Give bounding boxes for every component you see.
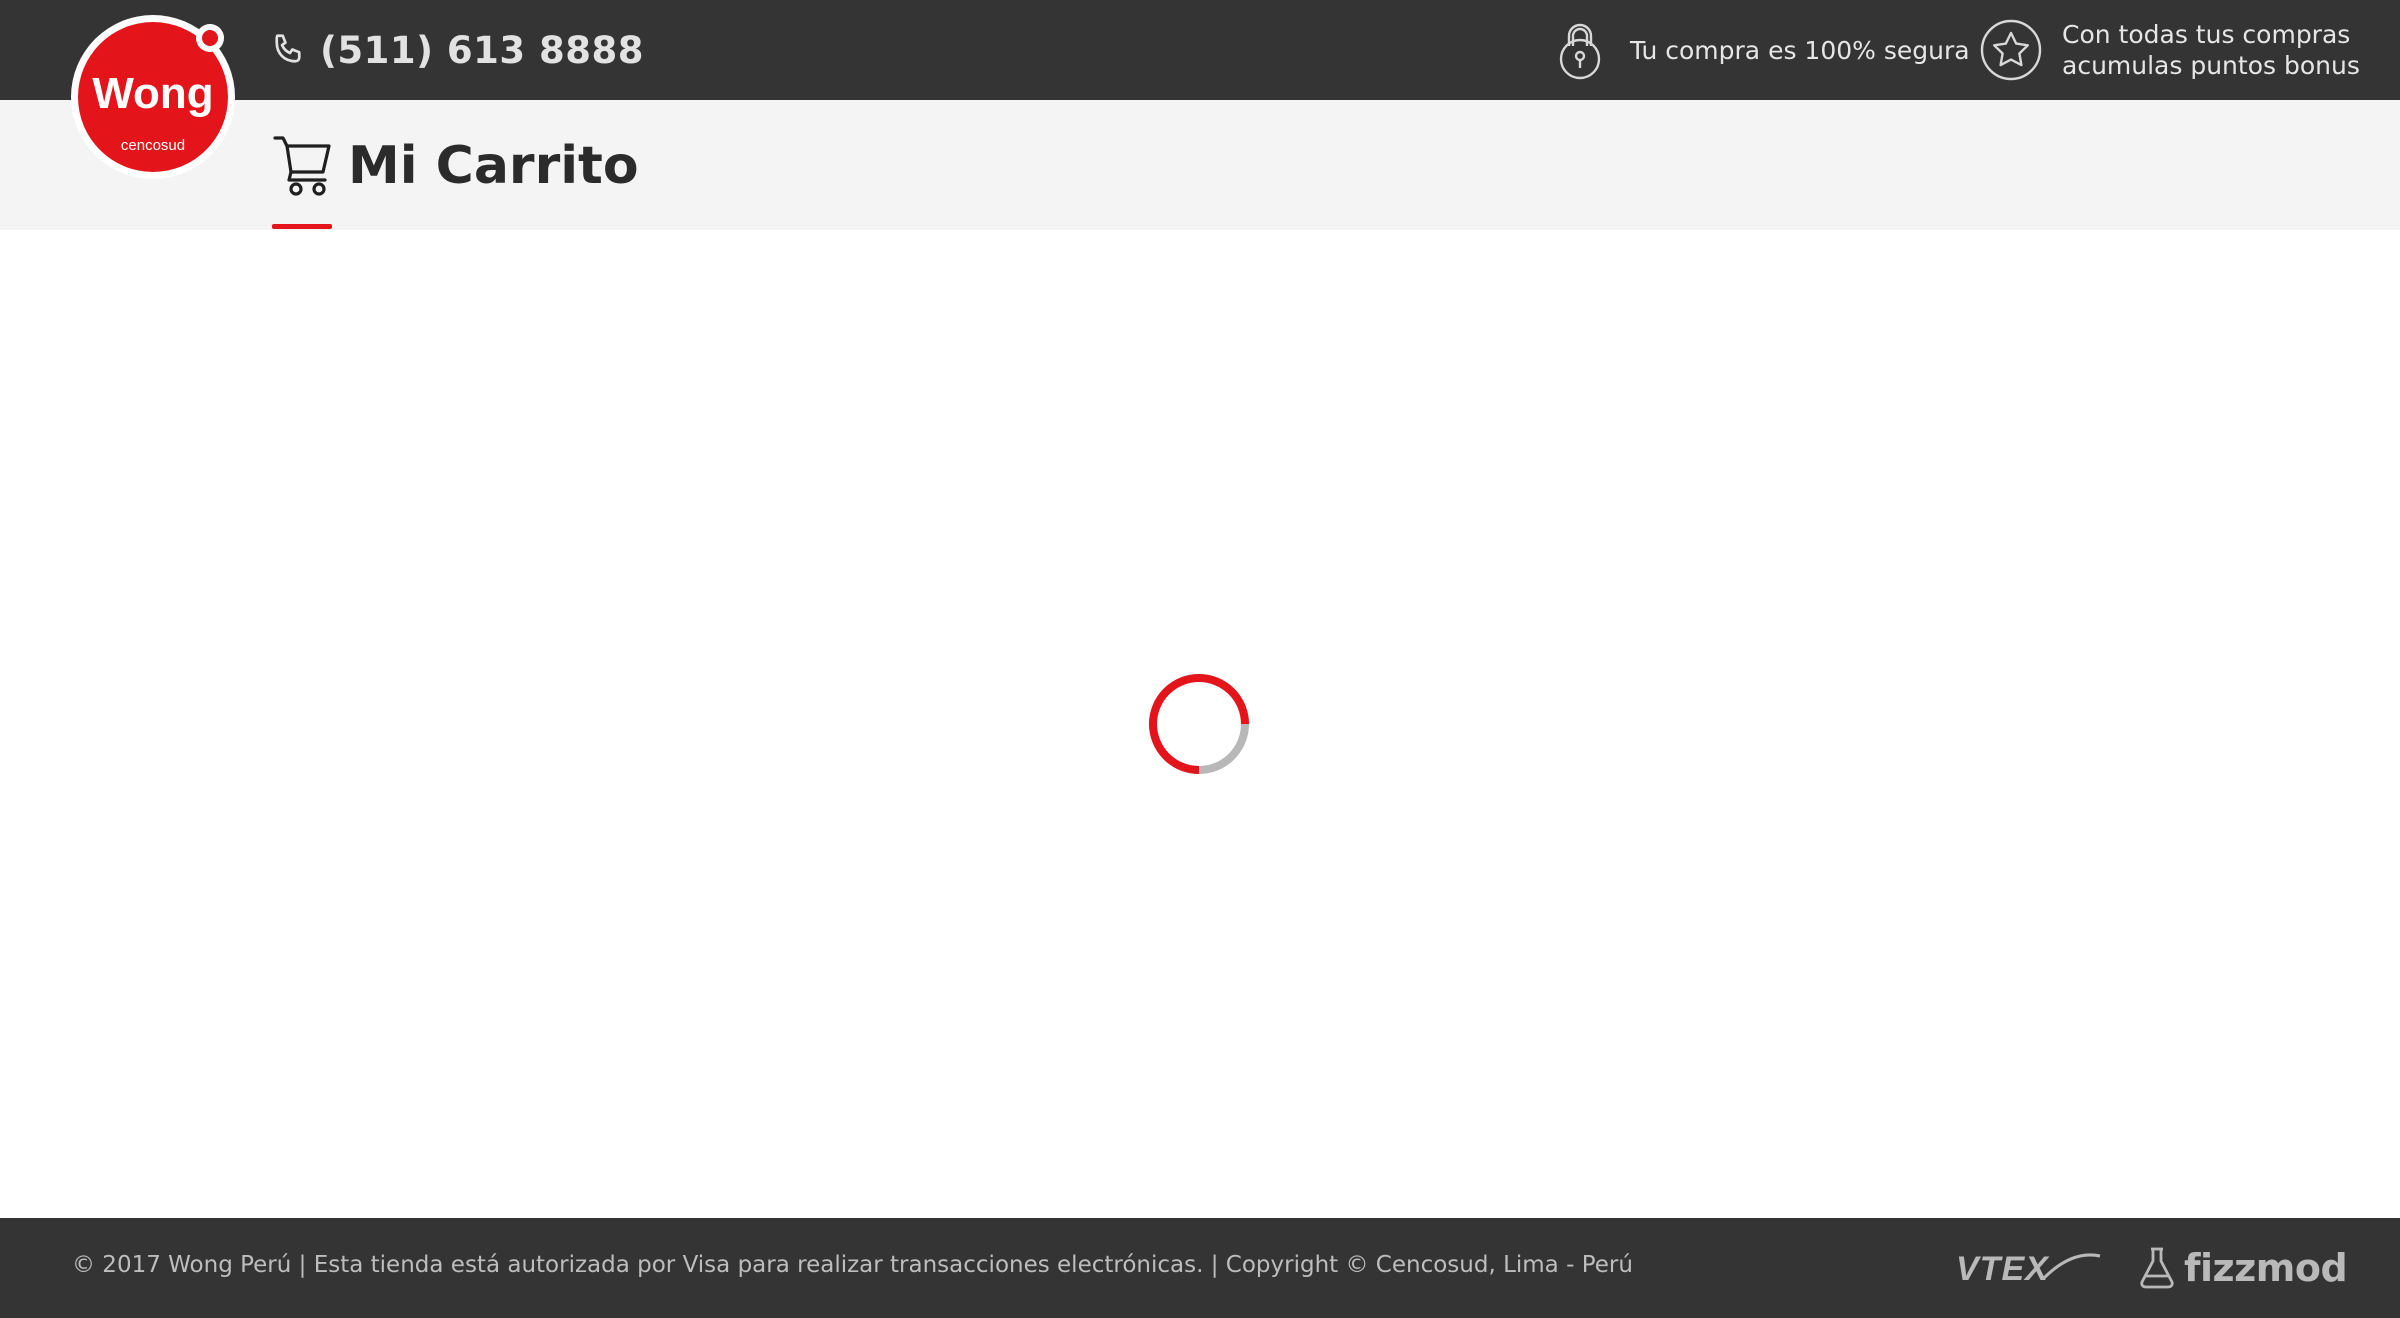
- wong-logo[interactable]: Wong cencosud: [70, 14, 236, 180]
- title-underline: [272, 224, 332, 229]
- fizzmod-logo[interactable]: fizzmod: [2138, 1240, 2348, 1296]
- logo-subtext: cencosud: [121, 137, 185, 154]
- phone-number: (511) 613 8888: [320, 28, 645, 72]
- lock-icon: [1559, 23, 1601, 80]
- fizzmod-wordmark: fizzmod: [2184, 1246, 2348, 1290]
- flask-icon: [2140, 1247, 2174, 1289]
- logo-wordmark: Wong: [92, 69, 213, 118]
- bonus-line-1: Con todas tus compras: [2062, 20, 2351, 49]
- cart-header-bar: Mi Carrito: [0, 100, 2400, 230]
- vtex-wordmark: VTEX: [1956, 1250, 2050, 1288]
- bonus-points-badge: Con todas tus compras acumulas puntos bo…: [1980, 16, 2360, 84]
- copyright-text: © 2017 Wong Perú | Esta tienda está auto…: [72, 1252, 1633, 1278]
- secure-purchase-badge: Tu compra es 100% segura: [1556, 16, 1970, 84]
- cart-title-group: Mi Carrito: [272, 130, 639, 202]
- phone-contact[interactable]: (511) 613 8888: [270, 22, 644, 78]
- bonus-text: Con todas tus compras acumulas puntos bo…: [2062, 19, 2360, 81]
- star-icon: [1980, 19, 2042, 81]
- page-title: Mi Carrito: [348, 136, 639, 196]
- cart-icon: [273, 136, 331, 196]
- footer: © 2017 Wong Perú | Esta tienda está auto…: [0, 1218, 2400, 1318]
- top-bar: (511) 613 8888 Tu compra es 100% segura …: [0, 0, 2400, 100]
- vtex-logo[interactable]: VTEX: [1952, 1248, 2102, 1292]
- phone-icon: [275, 34, 301, 63]
- bonus-line-2: acumulas puntos bonus: [2062, 51, 2360, 80]
- secure-text: Tu compra es 100% segura: [1630, 35, 1970, 65]
- loading-spinner: [1147, 672, 1251, 776]
